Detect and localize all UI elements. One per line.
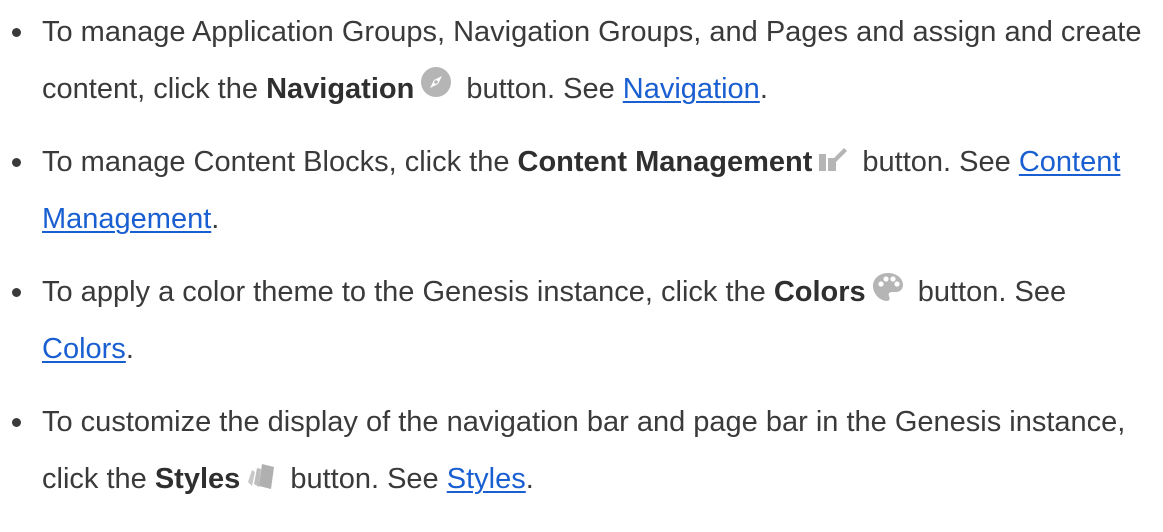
link-colors[interactable]: Colors	[42, 333, 126, 365]
item-text-after: button. See	[909, 276, 1067, 308]
content-management-icon	[818, 146, 848, 172]
item-text-after: button. See	[282, 463, 447, 495]
item-end: .	[759, 73, 768, 105]
item-text-after: button. See	[458, 73, 623, 105]
list-item-content-management: To manage Content Blocks, click the Cont…	[0, 134, 1163, 248]
item-text: To apply a color theme to the Genesis in…	[42, 276, 774, 308]
palette-icon	[872, 272, 904, 302]
link-styles[interactable]: Styles	[447, 463, 526, 495]
bullet-dot	[12, 28, 21, 37]
compass-icon	[420, 66, 452, 98]
bullet-list: To manage Application Groups, Navigation…	[0, 4, 1163, 508]
list-item-colors: To apply a color theme to the Genesis in…	[0, 264, 1163, 378]
item-end: .	[211, 203, 220, 235]
item-bold-label: Styles	[154, 463, 241, 495]
list-item-navigation: To manage Application Groups, Navigation…	[0, 4, 1163, 118]
item-bold-label: Colors	[773, 276, 866, 308]
item-text: To manage Content Blocks, click the	[42, 146, 518, 178]
item-end: .	[525, 463, 534, 495]
list-item-styles: To customize the display of the navigati…	[0, 394, 1163, 508]
link-navigation[interactable]: Navigation	[623, 73, 760, 105]
item-bold-label: Navigation	[266, 73, 415, 105]
item-text-after: button. See	[854, 146, 1019, 178]
bullet-dot	[12, 158, 21, 167]
bullet-dot	[12, 288, 21, 297]
bullet-dot	[12, 418, 21, 427]
item-end: .	[125, 333, 134, 365]
item-bold-label: Content Management	[517, 146, 813, 178]
styles-icon	[246, 462, 276, 490]
